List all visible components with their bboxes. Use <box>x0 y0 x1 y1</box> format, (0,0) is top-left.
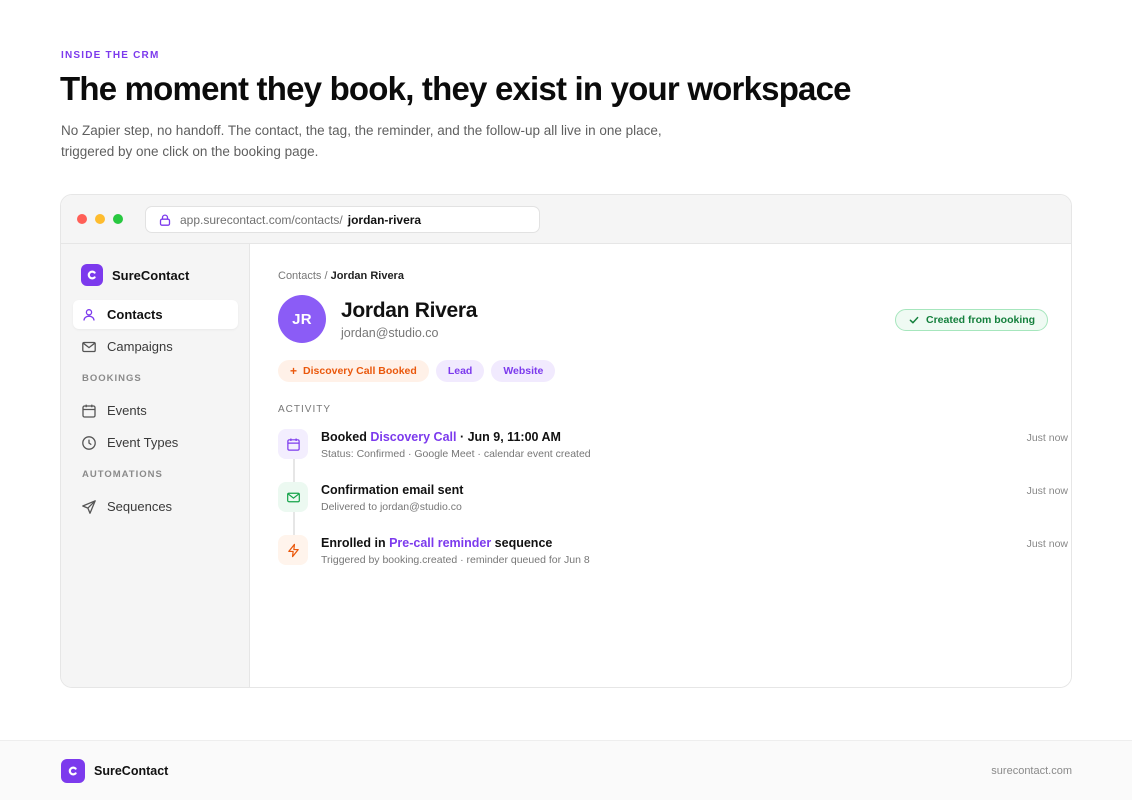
breadcrumb-parent[interactable]: Contacts <box>278 270 321 282</box>
contact-name: Jordan Rivera <box>341 299 478 322</box>
tag-website[interactable]: Website <box>491 360 556 382</box>
window-minimize-dot[interactable] <box>95 214 105 224</box>
activity-timestamp: Just now <box>1026 485 1068 497</box>
activity-title-prefix: Enrolled in <box>321 536 390 550</box>
calendar-icon <box>278 429 308 459</box>
tag-lead[interactable]: Lead <box>435 360 485 382</box>
user-icon <box>81 307 97 323</box>
address-bar[interactable]: app.surecontact.com/contacts/ jordan-riv… <box>145 206 540 233</box>
brand-name: SureContact <box>94 764 169 778</box>
page-headline: The moment they book, they exist in your… <box>60 70 852 107</box>
page-subhead: No Zapier step, no handoff. The contact,… <box>61 123 662 159</box>
sidebar-item-label: Event Types <box>107 435 179 450</box>
activity-link-discovery-call[interactable]: Discovery Call <box>370 430 456 444</box>
breadcrumb: Contacts / Jordan Rivera <box>278 270 404 282</box>
plus-icon: + <box>290 364 298 378</box>
activity-subtitle: Triggered by booking.created · reminder … <box>321 554 590 566</box>
browser-chrome: app.surecontact.com/contacts/ jordan-riv… <box>61 195 1071 244</box>
lightning-icon <box>278 535 308 565</box>
contact-email[interactable]: jordan@studio.co <box>341 326 438 340</box>
url-slug: jordan-rivera <box>347 212 422 227</box>
breadcrumb-current: Jordan Rivera <box>330 270 404 282</box>
sidebar-item-label: Events <box>107 403 147 418</box>
section-bookings: BOOKINGS <box>82 373 142 384</box>
calendar-icon <box>81 403 97 419</box>
footer-url[interactable]: surecontact.com <box>991 765 1072 777</box>
activity-title-suffix: · Jun 9, 11:00 AM <box>456 430 561 444</box>
clock-icon <box>81 435 97 451</box>
activity-title-prefix: Booked <box>321 430 371 444</box>
tag-label: Website <box>503 365 544 377</box>
status-badge: Created from booking <box>895 309 1049 331</box>
sidebar-item-event-types[interactable]: Event Types <box>73 428 238 457</box>
sidebar-brand[interactable]: SureContact <box>81 264 189 286</box>
app-window: app.surecontact.com/contacts/ jordan-riv… <box>60 194 1072 688</box>
sidebar: SureContact Contacts Campaigns BOOKINGS … <box>61 244 250 687</box>
lock-icon <box>158 213 172 227</box>
activity-timestamp: Just now <box>1026 432 1068 444</box>
tag-discovery-call-booked[interactable]: + Discovery Call Booked <box>278 360 429 382</box>
activity-subtitle: Delivered to jordan@studio.co <box>321 501 462 513</box>
breadcrumb-separator: / <box>321 270 331 282</box>
activity-heading: ACTIVITY <box>278 404 332 415</box>
activity-item-booking[interactable]: Booked Discovery Call · Jun 9, 11:00 AM … <box>278 429 1068 469</box>
brand-name: SureContact <box>112 267 190 283</box>
sidebar-item-events[interactable]: Events <box>73 396 238 425</box>
tag-list: + Discovery Call Booked Lead Website <box>278 360 556 382</box>
eyebrow-label: INSIDE THE CRM <box>61 50 160 61</box>
activity-item-email[interactable]: Confirmation email sent Delivered to jor… <box>278 482 1068 522</box>
mail-icon <box>278 482 308 512</box>
status-label: Created from booking <box>926 314 1036 326</box>
page-footer: SureContact surecontact.com <box>0 740 1132 800</box>
activity-item-sequence[interactable]: Enrolled in Pre-call reminder sequence T… <box>278 535 1068 575</box>
activity-title-suffix: sequence <box>491 536 553 550</box>
mail-icon <box>81 339 97 355</box>
main-content: Contacts / Jordan Rivera JR Jordan River… <box>250 244 1071 687</box>
surecontact-logo-icon <box>61 759 85 783</box>
activity-timestamp: Just now <box>1026 538 1068 550</box>
send-icon <box>81 499 97 515</box>
avatar: JR <box>278 295 326 343</box>
window-maximize-dot[interactable] <box>113 214 123 224</box>
surecontact-logo-icon <box>81 264 103 286</box>
activity-title: Booked Discovery Call · Jun 9, 11:00 AM <box>321 430 561 444</box>
sidebar-item-label: Sequences <box>107 499 173 514</box>
sidebar-item-label: Campaigns <box>107 339 173 354</box>
activity-title: Enrolled in Pre-call reminder sequence <box>321 536 552 550</box>
activity-link-pre-call-reminder[interactable]: Pre-call reminder <box>389 536 491 550</box>
sidebar-item-campaigns[interactable]: Campaigns <box>73 332 238 361</box>
sidebar-item-label: Contacts <box>107 307 163 322</box>
footer-brand[interactable]: SureContact <box>61 759 168 783</box>
sidebar-item-contacts[interactable]: Contacts <box>73 300 238 329</box>
window-close-dot[interactable] <box>77 214 87 224</box>
url-base: app.surecontact.com/contacts/ <box>180 212 343 227</box>
check-icon <box>908 314 920 326</box>
section-automations: AUTOMATIONS <box>82 469 163 480</box>
sidebar-item-sequences[interactable]: Sequences <box>73 492 238 521</box>
activity-subtitle: Status: Confirmed · Google Meet · calend… <box>321 448 591 460</box>
tag-label: Lead <box>447 365 473 377</box>
activity-title: Confirmation email sent <box>321 483 464 497</box>
tag-label: Discovery Call Booked <box>303 365 417 377</box>
